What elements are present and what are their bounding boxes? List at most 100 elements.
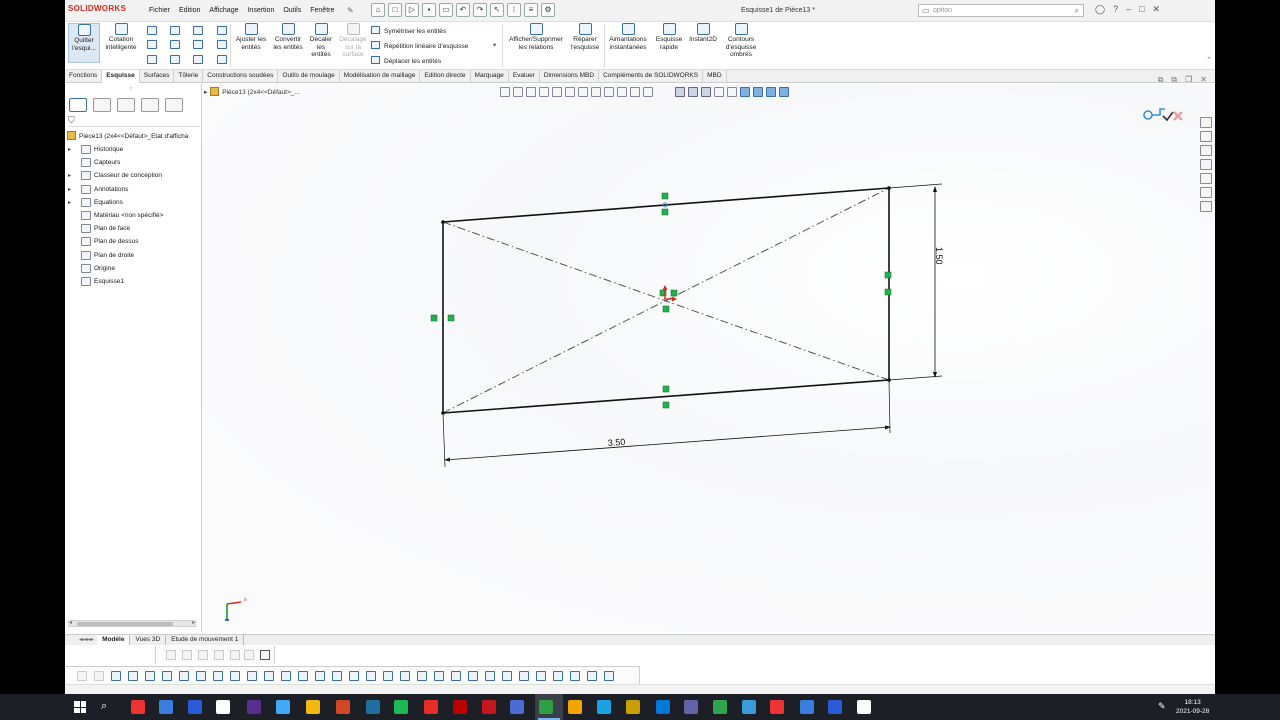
tree-item[interactable]: ▸ Equations [68, 197, 200, 210]
tab-outils-moulage[interactable]: Outils de moulage [278, 70, 340, 83]
timeline-icon[interactable] [244, 650, 254, 660]
tree-item[interactable]: Plan de face [68, 223, 200, 236]
user-icon[interactable]: ◯ [1095, 4, 1105, 15]
tree-item[interactable]: Matériau <non spécifié> [68, 210, 200, 223]
graphics-area[interactable]: ▸ Pièce13 (2x4<<Défaut>_... ⧉ ⧉ ❐ ✕ 1.50… [202, 75, 1215, 632]
tree-horizontal-scrollbar[interactable]: ◂ ▸ [68, 620, 196, 627]
horizontal-relation-icon[interactable] [662, 385, 670, 393]
sketch-tool-icon[interactable] [264, 671, 274, 681]
help-icon[interactable]: ? [1113, 4, 1118, 15]
expand-arrow-icon[interactable]: ▸ [68, 146, 71, 153]
taskbar-app-icon[interactable] [216, 700, 230, 714]
offset-entities-button[interactable]: Décaler les entités [307, 23, 335, 59]
minimize-icon[interactable]: – [1126, 4, 1131, 15]
taskbar-app-icon[interactable] [568, 700, 582, 714]
dimension-line-width[interactable] [444, 426, 891, 461]
vertex[interactable] [441, 220, 445, 224]
sketch-tool-icon[interactable] [281, 671, 291, 681]
taskbar-app-icon[interactable] [770, 700, 784, 714]
tab-marquage[interactable]: Marquage [471, 70, 509, 83]
smart-dimension-button[interactable]: Cotation intelligente [103, 23, 139, 51]
options-gear-icon[interactable]: ⚙ [541, 3, 555, 17]
instant2d-button[interactable]: Instant2D [687, 23, 719, 44]
display-relations-button[interactable]: Afficher/Supprimer les relations [505, 23, 567, 51]
taskbar-app-icon[interactable] [276, 700, 290, 714]
timeline-icon[interactable] [214, 650, 224, 660]
expand-arrow-icon[interactable]: ▸ [68, 172, 71, 179]
midpoint-relation-icon[interactable] [447, 314, 455, 322]
tree-root-part[interactable]: Pièce13 (2x4<<Défaut>_Etat d'afficha [67, 131, 201, 140]
tab-tolerie[interactable]: Tôlerie [174, 70, 204, 83]
sketch-tool-icon[interactable] [94, 671, 104, 681]
scroll-left-icon[interactable]: ◂ [69, 619, 72, 626]
property-manager-tab-icon[interactable] [93, 98, 111, 112]
collapse-ribbon-icon[interactable]: ⌃ [1206, 56, 1212, 64]
tab-modelisation-maillage[interactable]: Modélisation de maillage [340, 70, 421, 83]
sketch-tool-icon[interactable] [162, 671, 172, 681]
midpoint-relation-icon[interactable] [662, 401, 670, 409]
sketch-tool-icon[interactable] [213, 671, 223, 681]
tree-filter[interactable]: ⛉ [68, 115, 200, 127]
sketch-tool-icon[interactable] [451, 671, 461, 681]
tab-dimensions-mbd[interactable]: Dimensions MBD [540, 70, 600, 83]
windows-start-icon[interactable] [74, 701, 86, 713]
search-box[interactable]: ▭ option ⌕ [918, 4, 1084, 17]
sketch-tool-icon[interactable] [349, 671, 359, 681]
vertical-relation-icon[interactable] [430, 314, 438, 322]
tree-item[interactable]: ▸ Classeur de conception [68, 170, 200, 183]
sketch-tool-icon[interactable] [519, 671, 529, 681]
taskbar-app-icon[interactable] [626, 700, 640, 714]
fillet-icon[interactable] [193, 55, 203, 64]
rectangle-icon[interactable] [147, 40, 157, 49]
taskbar-app-icon[interactable] [800, 700, 814, 714]
taskbar-app-icon[interactable] [656, 700, 670, 714]
tree-item[interactable]: Esquisse1 [68, 276, 200, 289]
close-icon[interactable]: ✕ [1153, 4, 1161, 15]
shaded-contours-button[interactable]: Contours d'esquisse ombrés [721, 23, 761, 59]
timeline-icon[interactable] [198, 650, 208, 660]
polygon-icon[interactable] [170, 55, 180, 64]
horizontal-relation-icon[interactable] [661, 192, 669, 200]
sketch-tool-icon[interactable] [111, 671, 121, 681]
vertical-relation-icon[interactable] [884, 271, 892, 279]
new-document-icon[interactable]: □ [388, 3, 402, 17]
taskbar-app-icon[interactable] [394, 700, 408, 714]
taskbar-clock[interactable]: 18:13 2021-09-28 [1176, 698, 1209, 716]
sketch-tool-icon[interactable] [145, 671, 155, 681]
sketch-tool-icon[interactable] [383, 671, 393, 681]
taskbar-search-icon[interactable]: ⌕ [101, 700, 107, 713]
spline-icon[interactable] [193, 26, 203, 35]
traffic-light-icon[interactable]: ⁝ [507, 3, 521, 17]
taskbar-app-icon[interactable] [159, 700, 173, 714]
sketch-tool-icon[interactable] [298, 671, 308, 681]
pin-icon[interactable]: ✎ [347, 6, 354, 15]
sketch-tool-icon[interactable] [587, 671, 597, 681]
scroll-right-icon[interactable]: ▸ [192, 619, 195, 626]
sketch-tool-icon[interactable] [179, 671, 189, 681]
offset-on-surface-button[interactable]: Décalage sur la surface [337, 23, 369, 59]
quit-sketch-button[interactable]: Quitter l'esqui... [68, 23, 100, 63]
save-icon[interactable]: ▪ [422, 3, 436, 17]
taskbar-app-icon[interactable] [828, 700, 842, 714]
menu-affichage[interactable]: Affichage [209, 7, 238, 14]
slot-tool-icon[interactable] [147, 55, 157, 64]
sketch-tool-icon[interactable] [247, 671, 257, 681]
linear-pattern-button[interactable]: Répétition linéaire d'esquisse [371, 41, 468, 50]
sketch-tool-icon[interactable] [332, 671, 342, 681]
sketch-tool-icon[interactable] [128, 671, 138, 681]
tab-scroll-arrows-icon[interactable]: ◂◂ ◂ ▸ ▸▸ [79, 635, 94, 645]
tree-item[interactable]: Origine [68, 263, 200, 276]
plane-icon[interactable] [217, 55, 227, 64]
solidworks-logo[interactable]: SOLIDWORKS [68, 4, 126, 13]
undo-icon[interactable]: ↶ [456, 3, 470, 17]
sketch-tool-icon[interactable] [434, 671, 444, 681]
taskbar-app-icon[interactable] [539, 700, 553, 714]
line-icon[interactable] [147, 26, 157, 35]
tab-constructions-soudees[interactable]: Constructions soudées [203, 70, 279, 83]
sketch-tool-icon[interactable] [485, 671, 495, 681]
configuration-tab-icon[interactable] [117, 98, 135, 112]
sketch-tool-icon[interactable] [230, 671, 240, 681]
move-entities-button[interactable]: Déplacer les entités [371, 56, 441, 65]
sketch-tool-icon[interactable] [77, 671, 87, 681]
arc-icon[interactable] [170, 40, 180, 49]
